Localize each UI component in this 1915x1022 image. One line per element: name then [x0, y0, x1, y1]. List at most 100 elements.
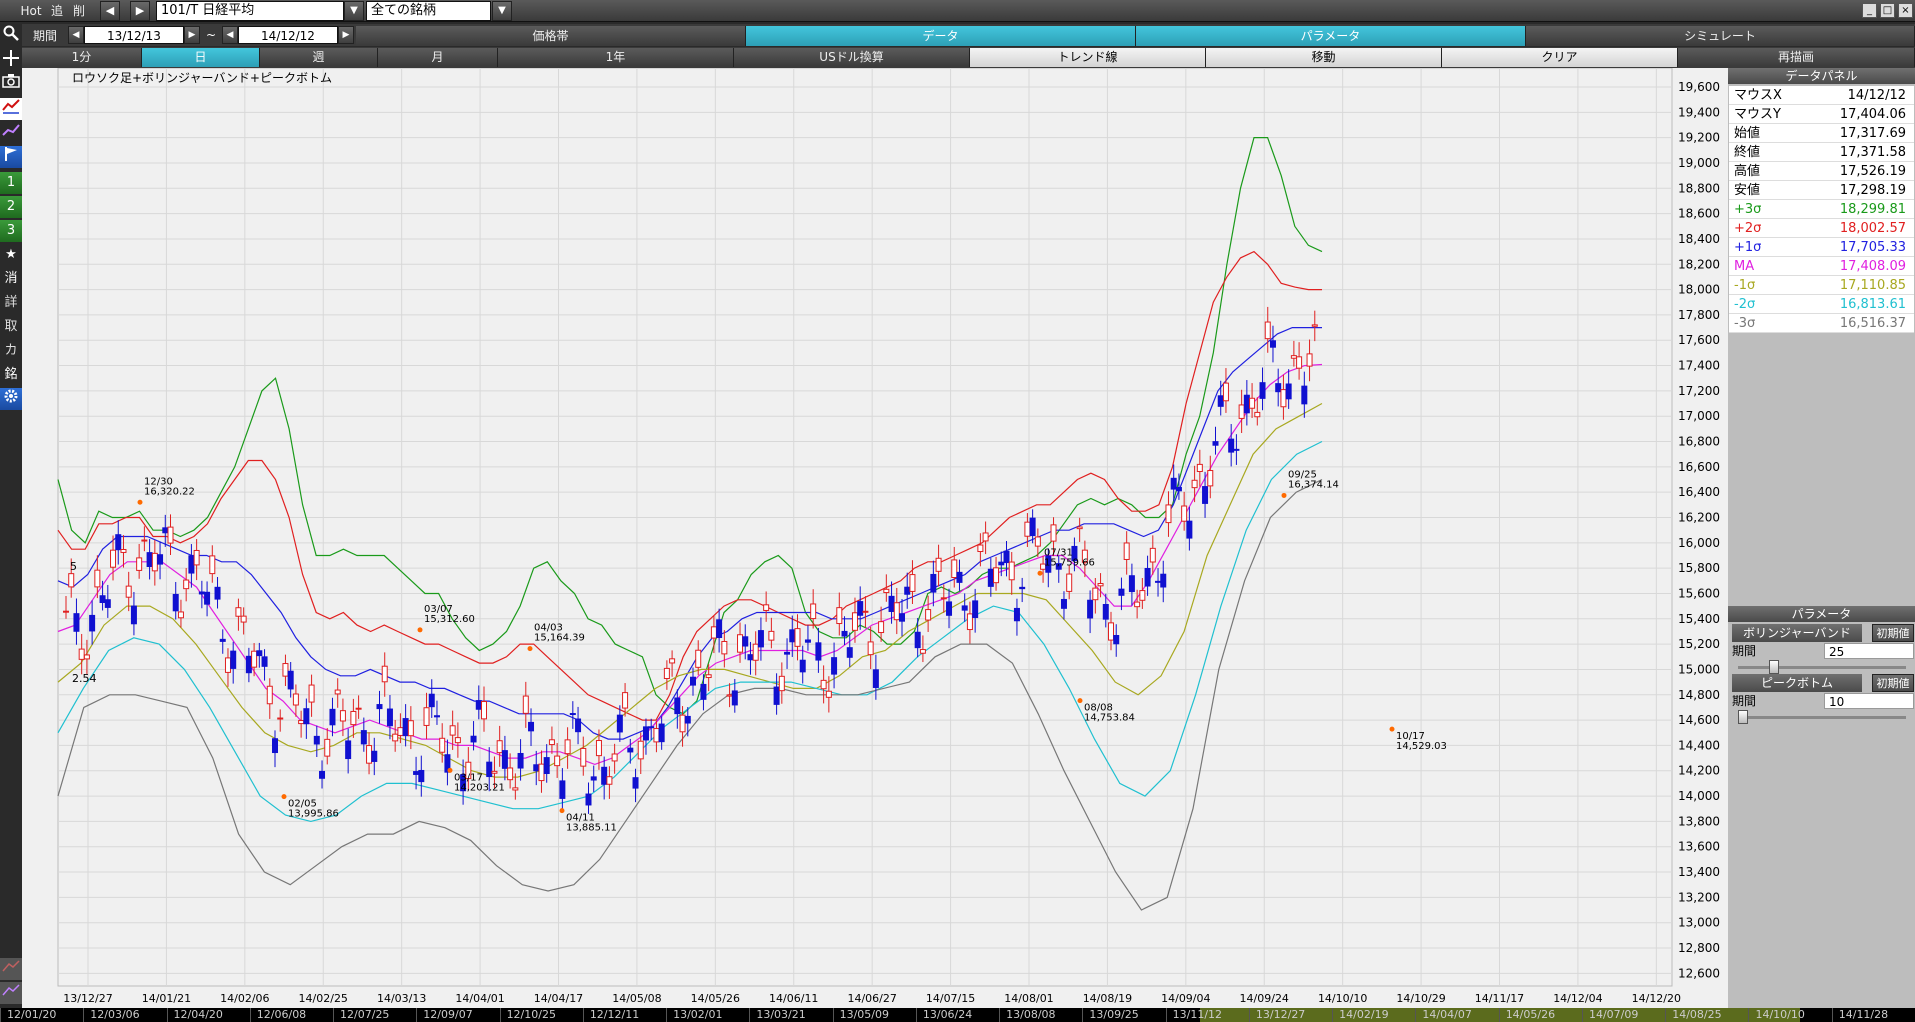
peak-slider-track[interactable]: [1738, 716, 1906, 719]
camera-icon[interactable]: [0, 74, 22, 96]
symbol-field[interactable]: 101/T 日経平均: [156, 1, 344, 21]
y-tick-label: 19,400: [1678, 105, 1720, 119]
candle-body: [1196, 463, 1203, 473]
candle-body: [1285, 383, 1292, 400]
candle-body: [130, 605, 137, 625]
tab-1year[interactable]: 1年: [498, 48, 734, 67]
tab-simulate[interactable]: シミュレート: [1526, 26, 1915, 46]
end-date-field[interactable]: 14/12/12: [238, 26, 338, 44]
tab-1min[interactable]: 1分: [22, 48, 142, 67]
crosshair-icon[interactable]: [0, 50, 22, 72]
candle-body: [136, 557, 143, 571]
data-panel-row: 高値 17,526.19: [1729, 162, 1914, 181]
chart-mini-icon-2[interactable]: [0, 982, 22, 1004]
candle-body: [1238, 404, 1245, 419]
y-tick-label: 14,800: [1678, 688, 1720, 702]
gear-icon[interactable]: [0, 388, 22, 410]
delete-button[interactable]: 削: [70, 1, 88, 21]
candle-body: [1280, 389, 1287, 408]
next-arrow-icon[interactable]: ▶: [130, 1, 150, 21]
end-next-icon[interactable]: ▶: [338, 26, 354, 44]
tab-monthly[interactable]: 月: [378, 48, 498, 67]
erase-button[interactable]: 消: [0, 268, 22, 290]
candle-body: [1170, 477, 1177, 490]
candle-body: [1113, 635, 1120, 645]
trend-icon[interactable]: [0, 122, 22, 144]
peak-reset-button[interactable]: 初期値: [1872, 674, 1914, 692]
candle-body: [83, 654, 90, 660]
candle-body: [846, 647, 853, 658]
candlestick-chart[interactable]: 19,600 19,400 19,200 19,000 18,800 18,600 18,4…: [22, 68, 1728, 1008]
candle-body: [214, 586, 221, 600]
hot-button[interactable]: Hot: [18, 1, 44, 21]
calendar-button[interactable]: カ: [0, 340, 22, 362]
bollinger-reset-button[interactable]: 初期値: [1872, 624, 1914, 642]
y-tick-label: 16,800: [1678, 435, 1720, 449]
tab-parameter[interactable]: パラメータ: [1136, 26, 1526, 46]
line-chart-icon[interactable]: [0, 98, 22, 120]
data-panel-title: データパネル: [1728, 68, 1915, 84]
start-next-icon[interactable]: ▶: [184, 26, 200, 44]
tab-price-band[interactable]: 価格帯: [356, 26, 746, 46]
candle-body: [1034, 536, 1041, 547]
detail-button[interactable]: 詳: [0, 292, 22, 314]
candle-body: [272, 738, 278, 754]
search-icon[interactable]: [0, 25, 22, 47]
symbol-dropdown-icon[interactable]: ▼: [344, 1, 364, 21]
preset-1-button[interactable]: 1: [0, 172, 22, 194]
x-tick-label: 13/12/27: [63, 992, 112, 1005]
filter-field[interactable]: 全ての銘柄: [366, 1, 491, 21]
candle-body: [115, 534, 122, 551]
candle-body: [726, 694, 733, 697]
candle-body: [1160, 573, 1167, 588]
start-prev-icon[interactable]: ◀: [68, 26, 84, 44]
candle-body: [700, 683, 707, 700]
end-prev-icon[interactable]: ◀: [222, 26, 238, 44]
minimize-button[interactable]: _: [1862, 3, 1877, 18]
tab-usd-convert[interactable]: USドル換算: [734, 48, 970, 67]
bollinger-slider-thumb[interactable]: [1769, 660, 1779, 674]
symbol-list-button[interactable]: 銘: [0, 364, 22, 386]
candle-body: [198, 591, 205, 595]
trade-button[interactable]: 取: [0, 316, 22, 338]
trendline-button[interactable]: トレンド線: [970, 48, 1206, 67]
candle-body: [1306, 353, 1313, 367]
candle-body: [919, 649, 926, 654]
bollinger-period-input[interactable]: 25: [1824, 643, 1914, 659]
bollinger-slider-track[interactable]: [1738, 666, 1906, 669]
peak-slider-thumb[interactable]: [1738, 710, 1748, 724]
candle-body: [914, 631, 921, 649]
y-tick-label: 17,800: [1678, 308, 1720, 322]
candle-body: [334, 689, 341, 695]
clear-button[interactable]: クリア: [1442, 48, 1678, 67]
close-button[interactable]: ×: [1898, 3, 1913, 18]
add-button[interactable]: 追: [48, 1, 66, 21]
redraw-button[interactable]: 再描画: [1678, 48, 1915, 67]
candle-body: [1076, 526, 1083, 530]
candle-body: [1259, 382, 1266, 399]
candle-body: [836, 607, 843, 625]
candle-body: [1013, 607, 1020, 622]
candle-body: [825, 690, 832, 698]
tab-weekly[interactable]: 週: [260, 48, 378, 67]
preset-3-button[interactable]: 3: [0, 220, 22, 242]
filter-dropdown-icon[interactable]: ▼: [492, 1, 512, 21]
maximize-button[interactable]: □: [1880, 3, 1895, 18]
bottom-navigator[interactable]: 12/01/20 12/03/06 12/04/20 12/06/08 12/07/25…: [0, 1008, 1915, 1022]
chart-area[interactable]: 19,600 19,400 19,200 19,000 18,800 18,600 18,4…: [22, 68, 1728, 1008]
preset-2-button[interactable]: 2: [0, 196, 22, 218]
prev-arrow-icon[interactable]: ◀: [100, 1, 120, 21]
peak-label: ピークボトム: [1732, 674, 1862, 692]
peak-period-input[interactable]: 10: [1824, 693, 1914, 709]
tab-daily[interactable]: 日: [142, 48, 260, 67]
x-tick-label: 14/05/08: [612, 992, 661, 1005]
favorite-icon[interactable]: ★: [0, 244, 22, 266]
navigator-date-label: 14/04/07: [1415, 1008, 1498, 1022]
flag-icon[interactable]: [0, 146, 22, 168]
move-button[interactable]: 移動: [1206, 48, 1442, 67]
tab-data[interactable]: データ: [746, 26, 1136, 46]
start-date-field[interactable]: 13/12/13: [84, 26, 184, 44]
edge-label-top: 5: [70, 560, 77, 573]
navigator-date-label: 13/11/12: [1165, 1008, 1249, 1022]
chart-mini-icon[interactable]: [0, 958, 22, 980]
